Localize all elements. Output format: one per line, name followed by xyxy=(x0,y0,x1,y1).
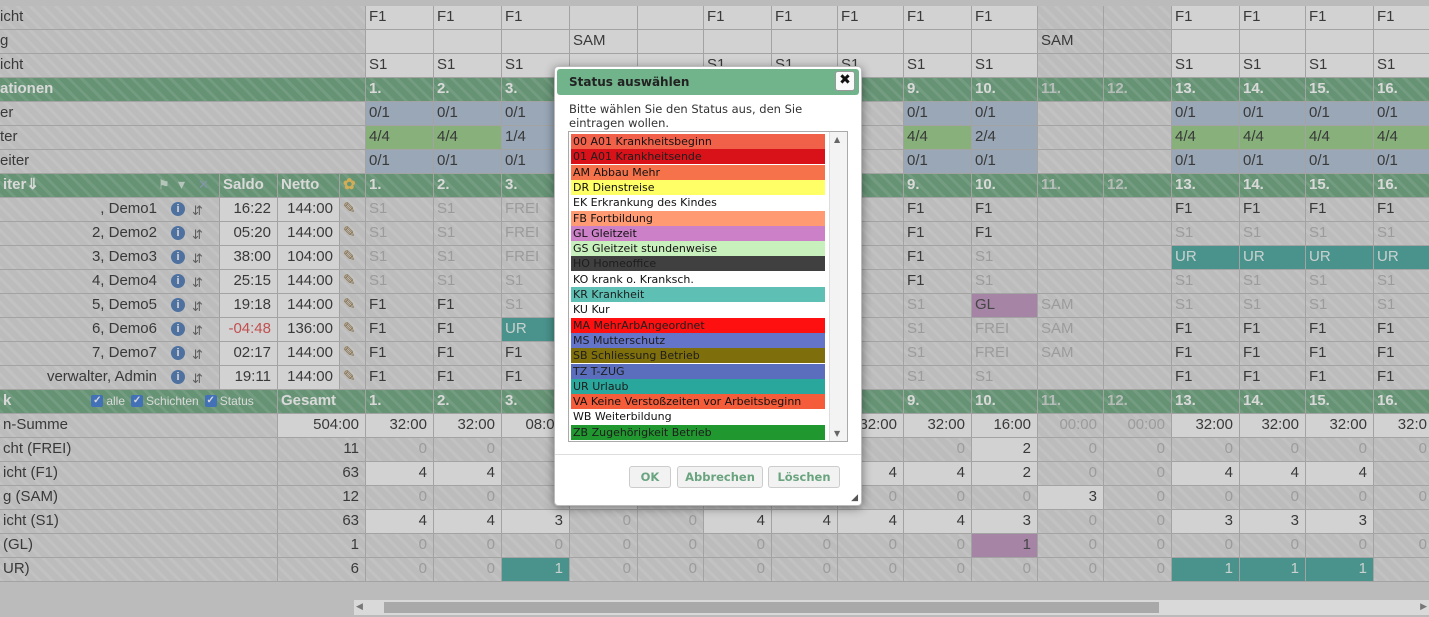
status-option[interactable]: DR Dienstreise xyxy=(571,179,825,195)
status-option[interactable]: MA MehrArbAngeordnet xyxy=(571,317,825,333)
close-icon[interactable]: ✖ xyxy=(835,71,855,91)
status-option[interactable]: 01 A01 Krankheitsende xyxy=(571,149,825,165)
status-option[interactable]: HO Homeoffice xyxy=(571,256,825,272)
scroll-left-icon[interactable]: ◀ xyxy=(356,601,363,612)
scroll-up-icon[interactable]: ▲ xyxy=(834,135,840,144)
status-option[interactable]: GS Gleitzeit stundenweise xyxy=(571,241,825,257)
dialog-divider xyxy=(555,454,861,455)
status-option[interactable]: UR Urlaub xyxy=(571,378,825,394)
status-option[interactable]: TZ T-ZUG xyxy=(571,363,825,379)
delete-button[interactable]: Löschen xyxy=(768,466,840,488)
scroll-down-icon[interactable]: ▼ xyxy=(834,429,840,438)
status-option[interactable]: FB Fortbildung xyxy=(571,210,825,226)
status-option[interactable]: ZB Zugehörigkeit Betrieb xyxy=(571,424,825,440)
dialog-prompt: Bitte wählen Sie den Status aus, den Sie… xyxy=(569,102,803,130)
resize-handle-icon[interactable]: ◢ xyxy=(851,493,858,503)
status-option[interactable]: 00 A01 Krankheitsbeginn xyxy=(571,134,825,149)
status-option[interactable]: KR Krankheit xyxy=(571,287,825,302)
status-option[interactable]: SB Schliessung Betrieb xyxy=(571,348,825,364)
status-option[interactable]: GL Gleitzeit xyxy=(571,225,825,241)
status-option[interactable]: WB Weiterbildung xyxy=(571,409,825,425)
status-option[interactable]: EK Erkrankung des Kindes xyxy=(571,195,825,211)
ok-button[interactable]: OK xyxy=(629,466,671,488)
horizontal-scrollbar[interactable]: ◀ ▶ xyxy=(354,600,1429,615)
scrollbar-thumb[interactable] xyxy=(384,602,1159,613)
status-option[interactable]: AM Abbau Mehr xyxy=(571,164,825,180)
status-option[interactable]: KO krank o. Kranksch. xyxy=(571,271,825,287)
dialog-title: Status auswählen xyxy=(557,69,859,95)
cancel-button[interactable]: Abbrechen xyxy=(677,466,763,488)
status-dialog: Status auswählen ✖ Bitte wählen Sie den … xyxy=(554,66,862,506)
status-option[interactable]: VA Keine Verstoßzeiten vor Arbeitsbeginn xyxy=(571,394,825,410)
scroll-right-icon[interactable]: ▶ xyxy=(1420,601,1427,612)
status-listbox[interactable]: 00 A01 Krankheitsbeginn 01 A01 Krankheits… xyxy=(568,131,848,442)
status-option[interactable]: MS Mutterschutz xyxy=(571,332,825,348)
listbox-scrollbar[interactable]: ▲ ▼ xyxy=(829,132,847,441)
status-option[interactable]: KU Kur xyxy=(571,302,825,318)
